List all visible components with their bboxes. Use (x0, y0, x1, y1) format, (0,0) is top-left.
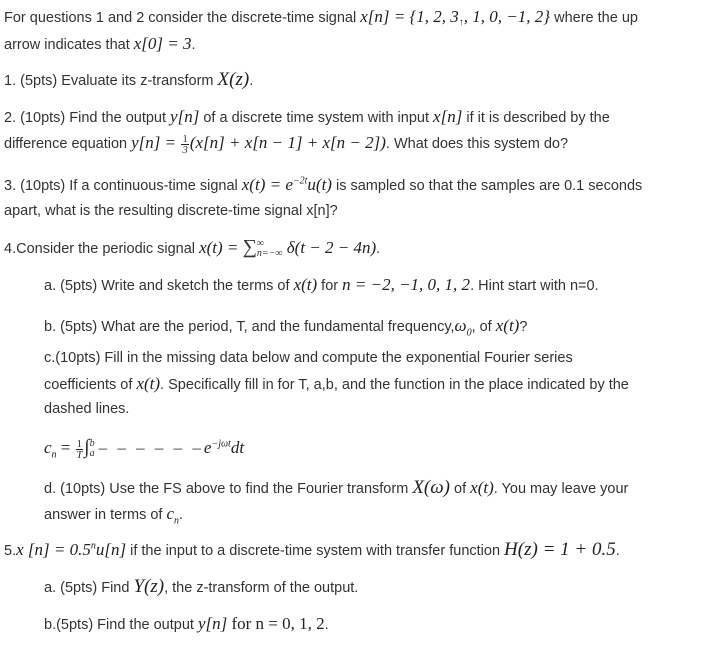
intro-text-mid: where the up (550, 10, 638, 26)
question-mark: ? (519, 319, 528, 335)
math-xt: x(t) (495, 316, 520, 335)
transfer-function: H(z) = 1 + 0.5 (504, 539, 616, 560)
output-signal: y[n] (170, 107, 200, 126)
question-3-line2: apart, what is the resulting discrete-ti… (4, 198, 712, 224)
fraction-one-third: 13 (181, 132, 189, 156)
impulse-train: δ(t − 2 − 4n) (282, 238, 377, 257)
intro-paragraph-line2: arrow indicates that x[0] = 3. (4, 31, 712, 58)
question-5a-text-2: , the z-transform of the output. (164, 580, 359, 596)
intro-text-line2: arrow indicates that (4, 37, 134, 53)
question-3-text-2: is sampled so that the samples are 0.1 s… (331, 178, 643, 194)
output-signal: y[n] (197, 614, 228, 633)
question-4d-text-2: of (450, 481, 471, 497)
question-4a: a. (5pts) Write and sketch the terms of … (44, 272, 712, 299)
question-5a: a. (5pts) Find Y(z), the z-transform of … (44, 574, 712, 601)
cn-symbol: cn (44, 438, 57, 461)
n-range: for n = 0, 1, 2 (227, 614, 325, 633)
integral-limits: ba (89, 438, 95, 460)
omega-0: ω0 (454, 316, 472, 339)
question-4: 4.Consider the periodic signal x(t) = ∑ ∞… (4, 234, 712, 262)
question-4-text: 4.Consider the periodic signal (4, 241, 200, 257)
question-5-number: 5. (4, 543, 17, 559)
question-2-text-3: if it is described by the (462, 110, 610, 126)
question-2-text-4: difference equation (4, 136, 132, 152)
question-4d-text-3: . You may leave your (493, 481, 629, 497)
complex-exponential: e−jωt (203, 438, 231, 457)
question-1-math: X(z) (217, 69, 250, 90)
question-4b-text-2: , of (471, 319, 496, 335)
summation-limits: ∞ n=−∞ (256, 238, 283, 260)
period: . (249, 73, 254, 89)
intro-paragraph: For questions 1 and 2 consider the discr… (4, 4, 712, 33)
output-z-transform: Y(z) (133, 576, 165, 597)
fourier-transform-symbol: X(ω) (412, 477, 450, 498)
up-arrow-icon: ↑ (458, 17, 464, 28)
question-4c: c.(10pts) Fill in the missing data below… (44, 345, 712, 371)
fraction-one-over-T: 1T (75, 437, 84, 461)
cn-symbol: cn (166, 504, 180, 527)
math-xt: x(t) (470, 478, 494, 497)
question-4a-text-2: for (317, 278, 343, 294)
difference-eq-rhs: (x[n] + x[n − 1] + x[n − 2]) (189, 133, 386, 152)
question-4b: b. (5pts) What are the period, T, and th… (44, 313, 712, 340)
question-4c-text-3: . Specifically fill in for T, a,b, and t… (160, 377, 629, 393)
question-5: 5.x [n] = 0.5nu[n] if the input to a dis… (4, 537, 712, 564)
x0-expression: x[0] = 3 (133, 34, 192, 53)
periodic-signal-lhs: x(t) = (199, 238, 243, 257)
question-4a-hint: . Hint start with n=0. (470, 278, 599, 294)
summation-icon: ∑ (242, 236, 257, 258)
question-3-text-3: apart, what is the resulting discrete-ti… (4, 203, 338, 219)
question-5b-text: b.(5pts) Find the output (44, 617, 198, 633)
question-4c-text: c.(10pts) Fill in the missing data below… (44, 350, 573, 366)
difference-eq-lhs: y[n] = (131, 133, 181, 152)
question-1-text: 1. (5pts) Evaluate its z-transform (4, 73, 218, 89)
dt: dt (230, 438, 245, 457)
question-4c-line2: coefficients of x(t). Specifically fill … (44, 371, 712, 398)
period: . (376, 241, 381, 257)
question-2-text: 2. (10pts) Find the output (4, 110, 171, 126)
question-5-text: if the input to a discrete-time system w… (126, 543, 505, 559)
question-2-text-2: of a discrete time system with input (199, 110, 434, 126)
homework-page: For questions 1 and 2 consider the discr… (0, 0, 720, 651)
question-4d: d. (10pts) Use the FS above to find the … (44, 475, 712, 502)
question-4c-text-2: coefficients of (44, 377, 137, 393)
n-values: n = −2, −1, 0, 1, 2 (342, 275, 471, 294)
equals-sign: = (56, 438, 75, 457)
question-4b-text: b. (5pts) What are the period, T, and th… (44, 319, 455, 335)
input-signal: x[n] (433, 107, 463, 126)
math-xt: x(t) (136, 374, 161, 393)
period: . (324, 617, 329, 633)
fourier-coefficient-formula: cn = 1 T ∫ b a – – – – – –e−jωtdt (44, 434, 712, 462)
signal-definition: x[n] = {1, 2, 3↑, 1, 0, −1, 2} (360, 7, 551, 28)
question-4d-line2: answer in terms of cn. (44, 501, 712, 528)
period: . (179, 507, 184, 523)
input-sequence: x [n] = 0.5nu[n] (16, 540, 127, 559)
question-2: 2. (10pts) Find the output y[n] of a dis… (4, 104, 712, 131)
question-4c-line3: dashed lines. (44, 396, 712, 422)
question-2-text-5: . What does this system do? (385, 136, 569, 152)
question-4a-text: a. (5pts) Write and sketch the terms of (44, 278, 294, 294)
question-1: 1. (5pts) Evaluate its z-transform X(z). (4, 67, 712, 94)
question-5a-text: a. (5pts) Find (44, 580, 134, 596)
question-2-line2: difference equation y[n] = 1 3 (x[n] + x[n… (4, 130, 712, 157)
continuous-signal: x(t) = e−2tu(t) (241, 175, 332, 194)
intro-text: For questions 1 and 2 consider the discr… (4, 10, 361, 26)
fill-in-blank-dashes: – – – – – – (98, 438, 204, 457)
question-4c-text-4: dashed lines. (44, 401, 130, 417)
question-4d-text-4: answer in terms of (44, 507, 167, 523)
question-4d-text: d. (10pts) Use the FS above to find the … (44, 481, 413, 497)
period: . (191, 37, 196, 53)
math-xt: x(t) (293, 275, 318, 294)
question-3: 3. (10pts) If a continuous-time signal x… (4, 172, 712, 199)
period: . (615, 543, 620, 559)
question-5b: b.(5pts) Find the output y[n] for n = 0,… (44, 611, 712, 638)
question-3-text: 3. (10pts) If a continuous-time signal (4, 178, 242, 194)
